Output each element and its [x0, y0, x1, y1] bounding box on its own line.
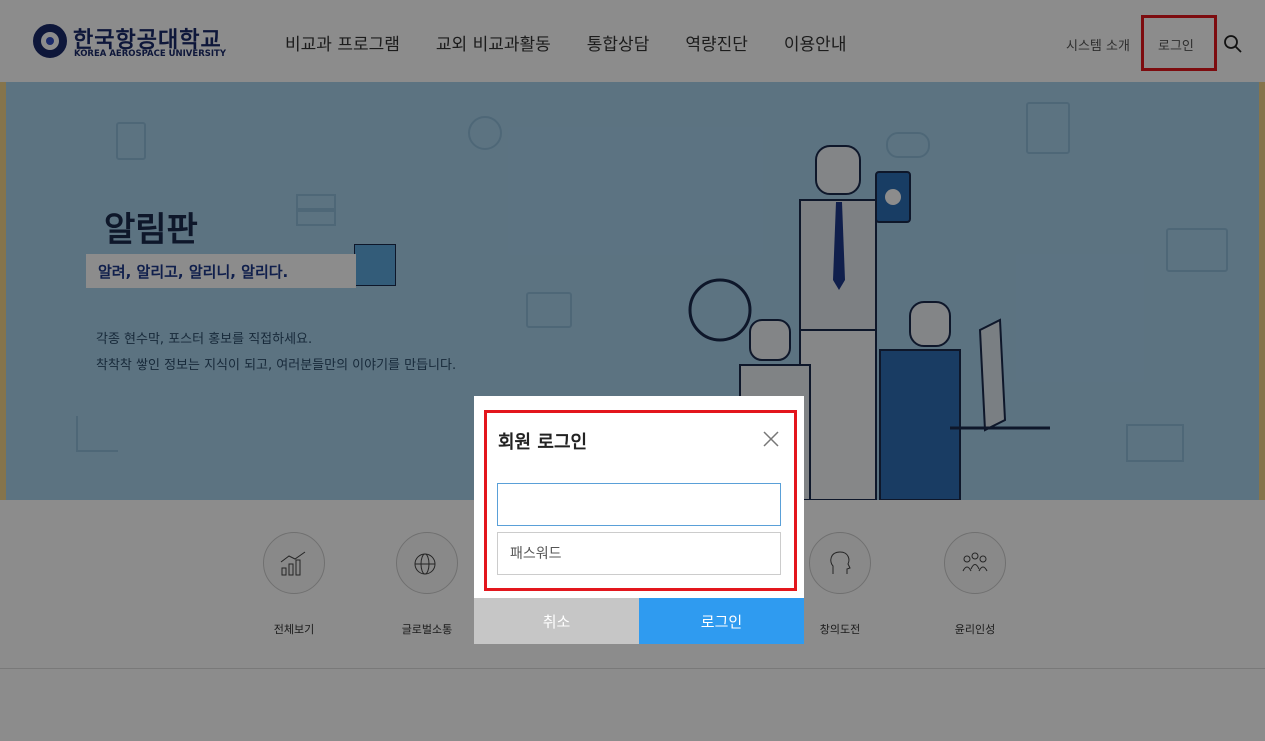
cancel-button[interactable]: 취소	[474, 598, 639, 644]
modal-title: 회원 로그인	[498, 432, 588, 453]
login-button[interactable]: 로그인	[639, 598, 804, 644]
close-icon[interactable]	[760, 428, 782, 450]
password-input[interactable]	[497, 532, 781, 575]
user-id-input[interactable]	[497, 483, 781, 526]
